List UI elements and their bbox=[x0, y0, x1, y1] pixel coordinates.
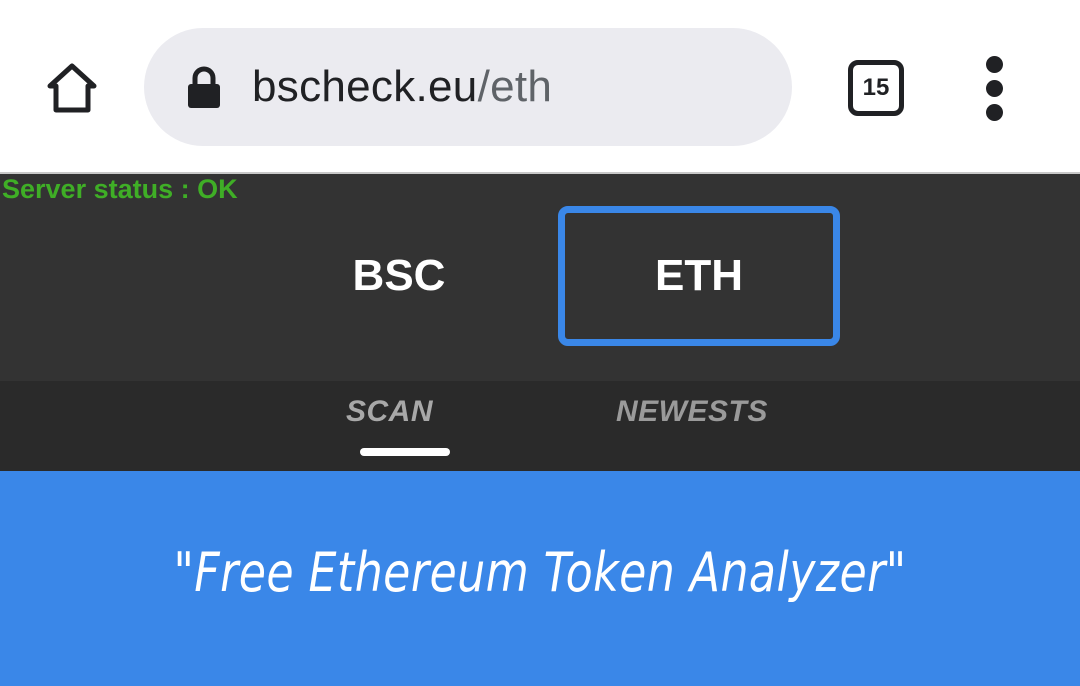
active-tab-indicator bbox=[360, 448, 450, 456]
url-host: bscheck.eu bbox=[252, 62, 478, 111]
tab-scan[interactable]: SCAN bbox=[346, 392, 433, 432]
home-icon bbox=[47, 63, 97, 113]
tab-switcher-button[interactable]: 15 bbox=[848, 60, 904, 116]
url-path: /eth bbox=[477, 62, 553, 111]
lock-icon bbox=[188, 66, 220, 108]
hero-title: "Free Ethereum Token Analyzer" bbox=[173, 541, 907, 604]
sub-navigation bbox=[0, 381, 1080, 471]
url-text: bscheck.eu/eth bbox=[252, 28, 552, 146]
tab-newests[interactable]: NEWESTS bbox=[616, 392, 768, 432]
network-button-bsc[interactable]: BSC bbox=[258, 206, 540, 346]
address-bar[interactable]: bscheck.eu/eth bbox=[144, 28, 792, 146]
more-vert-icon[interactable] bbox=[972, 56, 1018, 121]
tab-count: 15 bbox=[862, 74, 890, 101]
server-status: Server status : OK bbox=[2, 174, 238, 204]
home-button[interactable] bbox=[36, 52, 108, 124]
browser-toolbar: bscheck.eu/eth 15 bbox=[0, 0, 1080, 172]
network-button-eth[interactable]: ETH bbox=[558, 206, 840, 346]
network-header bbox=[0, 174, 1080, 381]
